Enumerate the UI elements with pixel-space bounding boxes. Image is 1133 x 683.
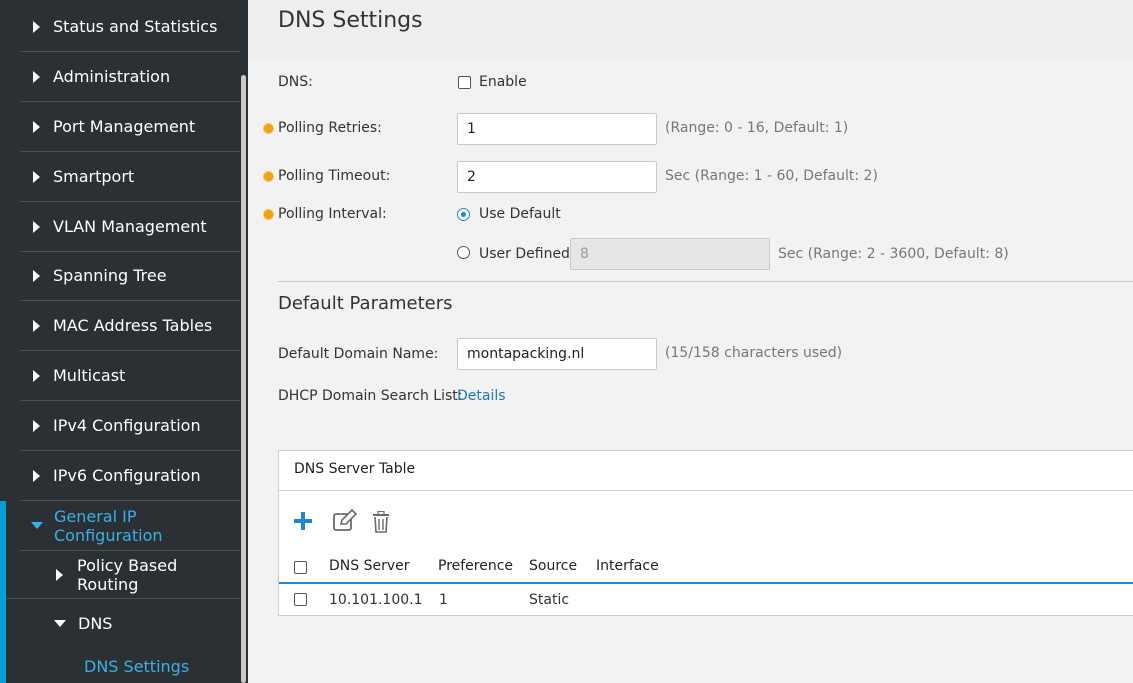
chevron-right-icon	[33, 120, 40, 133]
user-defined-interval-input[interactable]: 8	[570, 238, 770, 270]
chevron-right-icon	[33, 419, 40, 432]
sidebar-item-label: IPv4 Configuration	[53, 416, 201, 435]
polling-timeout-hint: Sec (Range: 1 - 60, Default: 2)	[665, 168, 878, 184]
trash-icon[interactable]	[371, 510, 391, 537]
column-header-preference[interactable]: Preference	[438, 558, 513, 574]
sidebar-item-label: MAC Address Tables	[53, 316, 213, 335]
plus-icon[interactable]	[293, 511, 313, 535]
chevron-right-icon	[33, 220, 40, 233]
polling-interval-label: Polling Interval:	[278, 206, 387, 222]
sidebar-item-label: Port Management	[53, 117, 196, 136]
sidebar-item-status-and-statistics[interactable]: Status and Statistics	[20, 2, 240, 52]
chevron-right-icon	[33, 319, 40, 332]
sidebar-item-label: VLAN Management	[53, 217, 207, 236]
sidebar-item-ipv4-configuration[interactable]: IPv4 Configuration	[20, 401, 240, 451]
cell-preference: 1	[439, 592, 448, 608]
cell-dns-server: 10.101.100.1	[329, 592, 423, 608]
table-header-underline	[279, 582, 1133, 584]
column-header-source[interactable]: Source	[529, 558, 577, 574]
sidebar-subitem-dns[interactable]: DNS	[6, 599, 240, 647]
required-icon	[264, 210, 273, 219]
column-header-dns-server[interactable]: DNS Server	[329, 558, 410, 574]
main-content: DNS Settings DNS: Enable Polling Retries…	[248, 0, 1133, 683]
sidebar-item-administration[interactable]: Administration	[20, 52, 240, 102]
polling-retries-label: Polling Retries:	[278, 120, 382, 136]
sidebar-item-smartport[interactable]: Smartport	[20, 152, 240, 202]
sidebar-item-label: IPv6 Configuration	[53, 466, 201, 485]
default-domain-name-hint: (15/158 characters used)	[665, 345, 843, 361]
select-all-checkbox[interactable]	[294, 561, 307, 574]
default-domain-name-input[interactable]: montapacking.nl	[457, 338, 657, 370]
user-defined-radio[interactable]	[457, 246, 470, 259]
dhcp-details-link[interactable]: Details	[457, 388, 506, 404]
chevron-right-icon	[33, 369, 40, 382]
required-icon	[264, 172, 273, 181]
sidebar-item-general-ip-configuration[interactable]: General IP Configuration	[20, 501, 240, 551]
dhcp-domain-search-list-label: DHCP Domain Search List:	[278, 388, 463, 404]
sidebar-item-label: General IP Configuration	[54, 506, 163, 545]
sidebar-item-ipv6-configuration[interactable]: IPv6 Configuration	[20, 451, 240, 501]
chevron-right-icon	[33, 469, 40, 482]
use-default-radio[interactable]	[457, 208, 470, 221]
chevron-down-icon	[31, 522, 43, 529]
sidebar-item-label: Smartport	[53, 167, 135, 186]
edit-icon[interactable]	[332, 508, 358, 537]
sidebar-item-spanning-tree[interactable]: Spanning Tree	[20, 251, 240, 301]
sidebar-subitem-label: DNS	[78, 613, 113, 633]
dns-enable-checkbox[interactable]	[458, 76, 471, 89]
sidebar-item-port-management[interactable]: Port Management	[20, 102, 240, 152]
column-header-interface[interactable]: Interface	[596, 558, 659, 574]
dns-server-table-caption: DNS Server Table	[294, 461, 416, 477]
sidebar-subitem-label: Policy Based Routing	[77, 555, 178, 594]
dns-label: DNS:	[278, 74, 313, 90]
sidebar-nav: Status and Statistics Administration Por…	[0, 0, 248, 683]
sidebar-item-mac-address-tables[interactable]: MAC Address Tables	[20, 301, 240, 351]
dns-server-table-panel: DNS Server Table DNS Server Preference S…	[278, 450, 1133, 616]
use-default-label: Use Default	[479, 206, 561, 222]
sidebar-scrollbar-thumb[interactable]	[241, 75, 246, 683]
page-header: DNS Settings	[248, 0, 1133, 58]
chevron-right-icon	[33, 70, 40, 83]
caption-divider	[279, 490, 1133, 491]
sidebar-item-vlan-management[interactable]: VLAN Management	[20, 202, 240, 252]
sidebar-leaf-dns-settings[interactable]: DNS Settings	[84, 657, 189, 676]
user-defined-hint: Sec (Range: 2 - 3600, Default: 8)	[778, 246, 1009, 262]
chevron-right-icon	[56, 568, 63, 581]
cell-source: Static	[529, 592, 570, 608]
section-divider	[278, 281, 1133, 282]
sidebar-item-label: Multicast	[53, 366, 126, 385]
dns-enable-label: Enable	[479, 74, 527, 90]
sidebar-item-label: Spanning Tree	[53, 266, 167, 285]
chevron-down-icon	[54, 619, 66, 627]
sidebar-subitem-policy-based-routing[interactable]: Policy Based Routing	[6, 551, 240, 599]
user-defined-label: User Defined	[479, 246, 570, 262]
polling-timeout-input[interactable]: 2	[457, 161, 657, 193]
polling-retries-hint: (Range: 0 - 16, Default: 1)	[665, 120, 849, 136]
chevron-right-icon	[33, 170, 40, 183]
default-domain-name-label: Default Domain Name:	[278, 346, 439, 362]
chevron-right-icon	[33, 269, 40, 282]
chevron-right-icon	[33, 20, 40, 33]
required-icon	[264, 124, 273, 133]
row-select-checkbox[interactable]	[294, 593, 307, 606]
sidebar-item-label: Administration	[53, 67, 171, 86]
default-parameters-heading: Default Parameters	[278, 293, 453, 314]
sidebar-item-label: Status and Statistics	[53, 17, 218, 36]
polling-retries-input[interactable]: 1	[457, 113, 657, 145]
sidebar-item-multicast[interactable]: Multicast	[20, 351, 240, 401]
page-title: DNS Settings	[278, 8, 423, 33]
polling-timeout-label: Polling Timeout:	[278, 168, 391, 184]
